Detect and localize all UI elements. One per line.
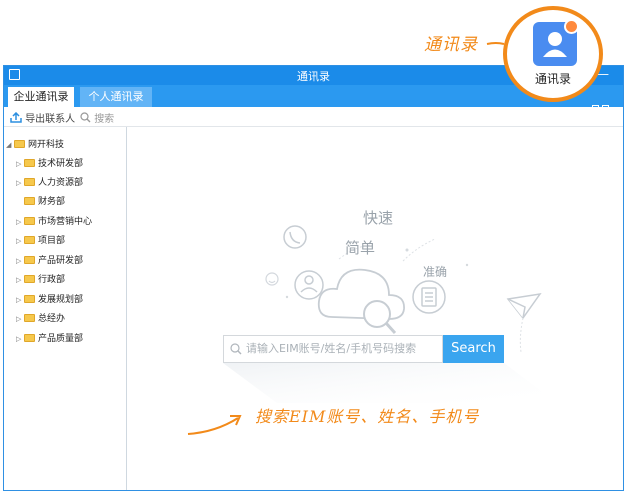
org-tree-sidebar: ◢ 网开科技 ▷ 技术研发部 ▷ 人力资源部 财务部 ▷ 市场营销中心 ▷ 项目部 ▷ 产品… xyxy=(4,127,127,490)
tree-item[interactable]: 财务部 xyxy=(16,195,65,209)
toolbar-search-button[interactable]: 搜索 xyxy=(80,110,114,125)
tree-item[interactable]: ▷ 发展规划部 xyxy=(16,293,83,307)
folder-icon xyxy=(24,274,35,283)
tab-personal-contacts[interactable]: 个人通讯录 xyxy=(80,87,152,107)
export-contacts-label: 导出联系人 xyxy=(25,114,76,125)
tree-item[interactable]: ▷ 行政部 xyxy=(16,273,65,287)
expand-arrow-icon[interactable]: ▷ xyxy=(16,215,24,229)
document-icon xyxy=(412,280,446,314)
keyword-accurate: 准确 xyxy=(423,265,448,279)
contact-search-input[interactable]: 请输入EIM账号/姓名/手机号码搜索 xyxy=(223,335,443,363)
collapse-arrow-icon[interactable]: ◢ xyxy=(6,138,14,152)
tree-root-item[interactable]: ◢ 网开科技 xyxy=(6,138,64,152)
tree-item-label: 人力资源部 xyxy=(38,178,84,188)
search-icon xyxy=(230,343,242,355)
tree-item-label: 技术研发部 xyxy=(38,159,84,169)
paper-plane-icon xyxy=(506,292,542,320)
tree-item-label: 行政部 xyxy=(38,275,66,285)
folder-icon xyxy=(14,139,25,148)
app-badge-label: 通讯录 xyxy=(534,72,571,86)
keyword-fast: 快速 xyxy=(363,209,394,227)
toolbar-search-label: 搜索 xyxy=(94,114,115,125)
keyword-simple: 简单 xyxy=(345,239,376,257)
bottom-annotation-arrow xyxy=(187,415,242,435)
expand-arrow-icon[interactable]: ▷ xyxy=(16,273,24,287)
search-placeholder: 请输入EIM账号/姓名/手机号码搜索 xyxy=(246,342,417,355)
contacts-app-icon[interactable] xyxy=(533,19,579,66)
tree-root-label: 网开科技 xyxy=(28,140,65,150)
folder-icon xyxy=(24,158,35,167)
bottom-annotation: 搜索EIM账号、姓名、手机号 xyxy=(255,407,480,426)
tree-item-label: 总经办 xyxy=(38,314,66,324)
tree-item-label: 发展规划部 xyxy=(38,295,84,305)
folder-icon xyxy=(24,333,35,342)
folder-icon xyxy=(24,216,35,225)
export-contacts-button[interactable]: 导出联系人 xyxy=(10,110,75,125)
expand-arrow-icon[interactable]: ▷ xyxy=(16,254,24,268)
expand-arrow-icon[interactable]: ▷ xyxy=(16,234,24,248)
tree-item-label: 产品质量部 xyxy=(38,334,84,344)
folder-icon xyxy=(24,294,35,303)
search-button[interactable]: Search xyxy=(443,335,504,363)
tree-item[interactable]: ▷ 技术研发部 xyxy=(16,157,83,171)
folder-icon xyxy=(24,177,35,186)
contacts-window: 通讯录 — 企业通讯录 个人通讯录 导出联系人 搜索 ◢ 网开科技 ▷ 技术研发… xyxy=(3,65,624,491)
magnifier-icon xyxy=(363,300,397,335)
tree-item-label: 市场营销中心 xyxy=(38,217,93,227)
notification-dot xyxy=(564,19,579,34)
tree-item-label: 产品研发部 xyxy=(38,256,84,266)
tree-item[interactable]: ▷ 项目部 xyxy=(16,234,65,248)
expand-arrow-icon[interactable]: ▷ xyxy=(16,293,24,307)
folder-icon xyxy=(24,313,35,322)
toolbar: 导出联系人 搜索 xyxy=(4,107,623,127)
app-badge-highlight: 通讯录 xyxy=(503,6,603,102)
smile-icon xyxy=(265,272,279,286)
expand-arrow-icon[interactable]: ▷ xyxy=(16,312,24,326)
export-icon xyxy=(10,111,22,123)
tree-item[interactable]: ▷ 产品研发部 xyxy=(16,254,83,268)
expand-arrow-icon[interactable]: ▷ xyxy=(16,176,24,190)
search-icon xyxy=(80,112,91,123)
tree-item[interactable]: ▷ 人力资源部 xyxy=(16,176,83,190)
folder-icon xyxy=(24,235,35,244)
cloud-icon xyxy=(317,268,405,320)
expand-arrow-icon[interactable]: ▷ xyxy=(16,157,24,171)
contact-icon xyxy=(294,270,324,300)
tab-enterprise-contacts[interactable]: 企业通讯录 xyxy=(8,87,74,107)
tree-item-label: 项目部 xyxy=(38,236,66,246)
expand-arrow-icon[interactable]: ▷ xyxy=(16,332,24,346)
phone-icon xyxy=(283,225,307,249)
folder-icon xyxy=(24,196,35,205)
folder-icon xyxy=(24,255,35,264)
tree-item[interactable]: ▷ 市场营销中心 xyxy=(16,215,92,229)
tree-item-label: 财务部 xyxy=(38,197,66,207)
tree-item[interactable]: ▷ 总经办 xyxy=(16,312,65,326)
tree-item[interactable]: ▷ 产品质量部 xyxy=(16,332,83,346)
top-annotation: 通讯录 xyxy=(424,35,478,55)
